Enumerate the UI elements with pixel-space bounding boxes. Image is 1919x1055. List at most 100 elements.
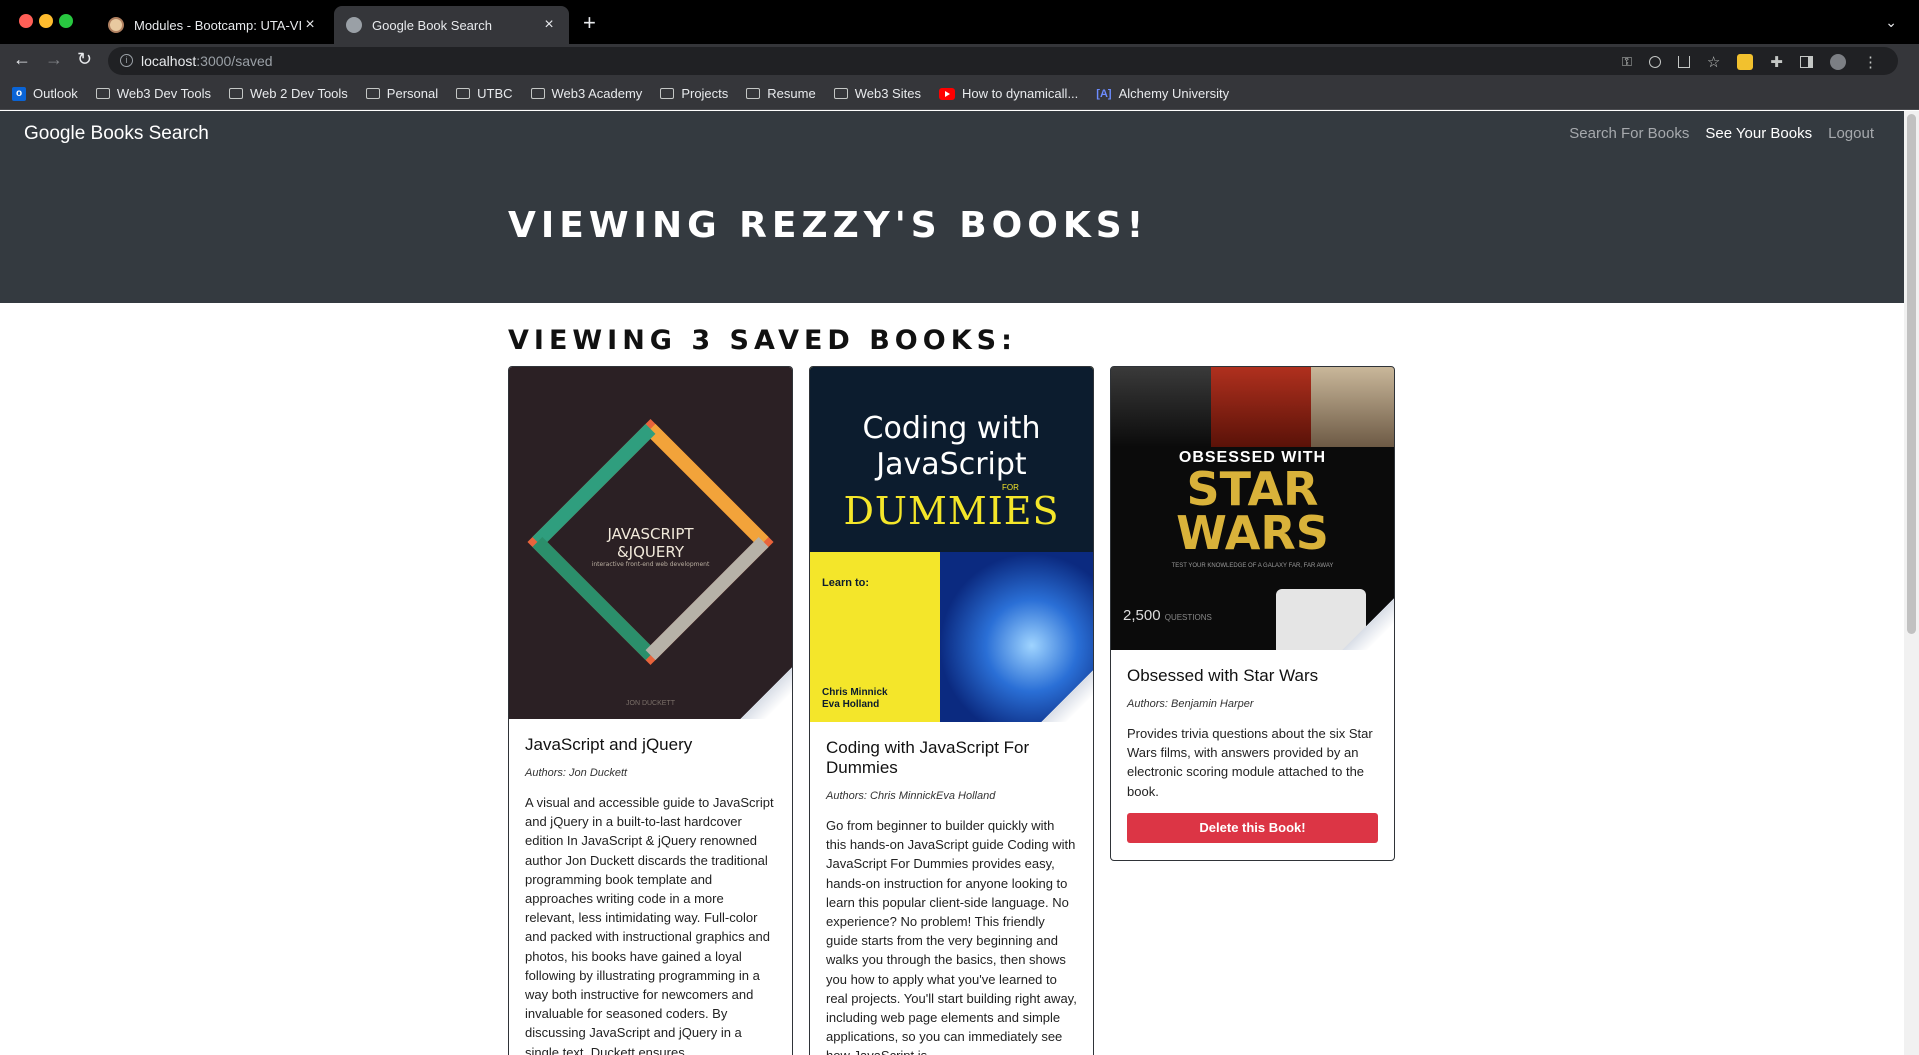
bookmark-youtube-video[interactable]: How to dynamicall... [938,86,1078,101]
page-scrollbar[interactable] [1904,111,1919,1055]
key-icon[interactable]: ⚿ [1622,54,1632,70]
card-body: JavaScript and jQuery Authors: Jon Ducke… [509,719,792,1055]
cover-author-2: Eva Holland [822,699,880,710]
profile-avatar-icon[interactable] [1829,54,1846,70]
folder-icon [365,88,380,99]
cover-line-2: JavaScript [876,447,1027,482]
book-description: Go from beginner to builder quickly with… [826,818,1077,1055]
book-title: JavaScript and jQuery [525,735,693,754]
folder-icon [456,88,471,99]
bookmark-folder-web2-dev-tools[interactable]: Web 2 Dev Tools [229,86,348,101]
bootcamp-favicon-icon [108,17,124,33]
folder-icon [660,88,675,99]
page-curl-decoration [1342,598,1394,650]
cover-learn-to: Learn to: [822,577,870,589]
book-card: OBSESSED WITH STAR WARS TEST YOUR KNOWLE… [1110,366,1395,861]
zoom-icon[interactable] [1648,56,1661,68]
share-icon[interactable] [1677,56,1690,68]
bookmark-folder-web3-academy[interactable]: Web3 Academy [530,86,643,101]
book-cover-javascript-jquery: JAVASCRIPT &JQUERY interactive front-end… [509,367,792,719]
close-window-button[interactable] [19,14,33,28]
globe-favicon-icon [346,17,362,33]
app-nav: Search For Books See Your Books Logout [1569,125,1874,142]
extensions-puzzle-icon[interactable]: ✚ [1770,53,1783,71]
delete-book-button[interactable]: Delete this Book! [1127,812,1378,843]
cover-duel-photo [1211,367,1311,447]
reload-icon[interactable]: ↻ [77,49,92,70]
book-title: Coding with JavaScript For Dummies [826,738,1030,777]
url-text[interactable]: localhost:3000/saved [141,53,273,69]
bookmark-label: UTBC [477,86,513,101]
bookmark-label: Outlook [33,86,78,101]
book-title: Obsessed with Star Wars [1127,666,1319,685]
site-info-icon[interactable]: i [120,54,133,67]
browser-tab-modules[interactable]: Modules - Bootcamp: UTA-VIR × [96,6,330,44]
cover-starwars-logo: STAR WARS [1111,462,1394,556]
bookmark-label: Resume [767,86,816,101]
cover-questions: 2,500 QUESTIONS [1123,607,1212,624]
bookmark-folder-web3-dev-tools[interactable]: Web3 Dev Tools [95,86,211,101]
folder-icon [833,88,848,99]
page-curl-decoration [740,667,792,719]
cover-droids-photo [1311,367,1394,447]
cover-subtitle: interactive front-end web development [591,561,710,568]
tab-title: Google Book Search [372,17,492,33]
book-card: Coding with JavaScript FOR DUMMIES Learn… [809,366,1094,1055]
cover-dummies-wordmark: DUMMIES [843,489,1060,533]
nav-search-for-books[interactable]: Search For Books [1569,125,1689,142]
bookmark-outlook[interactable]: o Outlook [12,86,78,101]
bookmark-folder-resume[interactable]: Resume [746,86,816,101]
nav-see-your-books[interactable]: See Your Books [1705,125,1812,142]
side-panel-icon[interactable] [1799,56,1813,68]
cover-title: JAVASCRIPT &JQUERY interactive front-end… [509,525,792,569]
cover-star: STAR [1186,462,1319,516]
bookmark-star-icon[interactable]: ☆ [1707,53,1720,71]
forward-arrow-icon[interactable]: → [45,49,63,70]
folder-icon [95,88,110,99]
bookmark-label: Projects [681,86,729,101]
cover-questions-label: QUESTIONS [1164,613,1212,622]
browser-tab-google-book-search[interactable]: Google Book Search × [334,6,569,44]
bookmark-alchemy-university[interactable]: [A] Alchemy University [1096,86,1229,101]
book-cover-obsessed-star-wars: OBSESSED WITH STAR WARS TEST YOUR KNOWLE… [1111,367,1394,650]
maximize-window-button[interactable] [59,14,73,28]
cover-vader-photo [1111,367,1211,447]
tab-title: Modules - Bootcamp: UTA-VIR [134,17,302,33]
book-cover-coding-javascript-dummies: Coding with JavaScript FOR DUMMIES Learn… [810,367,1093,722]
cover-line-1: Coding with [862,411,1041,446]
cover-authors: Chris Minnick Eva Holland [822,687,888,711]
scrollbar-thumb[interactable] [1907,114,1916,634]
brand-link[interactable]: Google Books Search [24,123,209,145]
bookmark-label: Web 2 Dev Tools [250,86,348,101]
cover-line-2: &JQUERY [616,543,684,561]
minimize-window-button[interactable] [39,14,53,28]
cover-title: Coding with JavaScript [810,411,1093,483]
new-tab-button[interactable]: + [583,10,596,36]
bookmark-label: Web3 Dev Tools [116,86,211,101]
book-authors: Authors: Chris MinnickEva Holland [826,790,996,802]
url-host: localhost [141,53,197,69]
close-tab-icon[interactable]: × [302,16,318,34]
bookmark-label: Web3 Academy [551,86,643,101]
bookmark-folder-utbc[interactable]: UTBC [456,86,513,101]
tab-search-chevron-icon[interactable]: ⌄ [1885,14,1897,31]
nav-logout[interactable]: Logout [1828,125,1874,142]
app-header: Google Books Search Search For Books See… [0,111,1904,303]
bookmark-folder-projects[interactable]: Projects [660,86,728,101]
page-title: Viewing Rezzy's books! [508,205,1149,246]
bookmark-label: Alchemy University [1118,86,1230,101]
folder-icon [746,88,761,99]
youtube-icon [938,87,955,100]
book-description: Provides trivia questions about the six … [1127,726,1373,799]
chrome-menu-icon[interactable]: ⋮ [1863,53,1878,71]
back-arrow-icon[interactable]: ← [13,49,31,70]
extension-note-icon[interactable] [1737,54,1754,70]
cover-author-1: Chris Minnick [822,687,888,698]
book-authors: Authors: Benjamin Harper [1127,698,1254,710]
folder-icon [530,88,545,99]
browser-toolbar: ← → ↻ i localhost:3000/saved ⚿ ☆ ✚ ⋮ [0,44,1919,78]
bookmark-folder-personal[interactable]: Personal [365,86,438,101]
book-authors: Authors: Jon Duckett [525,767,628,779]
close-tab-icon[interactable]: × [541,16,557,34]
bookmark-folder-web3-sites[interactable]: Web3 Sites [833,86,921,101]
